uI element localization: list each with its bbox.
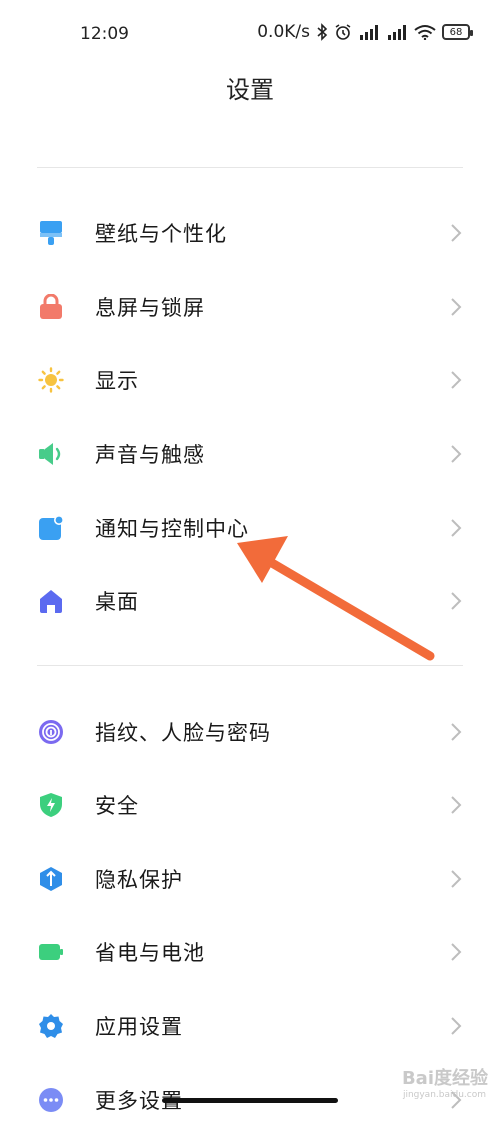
- settings-item-wallpaper[interactable]: 壁纸与个性化: [0, 203, 500, 263]
- chevron-right-icon: [451, 519, 462, 537]
- notification-icon: [38, 515, 64, 541]
- bluetooth-icon: [317, 23, 328, 41]
- chevron-right-icon: [451, 298, 462, 316]
- alarm-icon: [335, 24, 351, 40]
- shield-icon: [38, 792, 64, 818]
- settings-item-security[interactable]: 安全: [0, 775, 500, 835]
- chevron-right-icon: [451, 1017, 462, 1035]
- home-indicator[interactable]: [162, 1098, 338, 1103]
- watermark-url: jingyan.baidu.com: [402, 1090, 486, 1100]
- divider: [37, 167, 463, 168]
- settings-item-sound[interactable]: 声音与触感: [0, 424, 500, 484]
- settings-item-label: 隐私保护: [95, 868, 183, 892]
- settings-item-label: 省电与电池: [95, 941, 205, 965]
- divider: [37, 665, 463, 666]
- home-icon: [38, 588, 64, 614]
- battery-icon: 68: [442, 24, 473, 40]
- chevron-right-icon: [451, 371, 462, 389]
- privacy-icon: [38, 866, 64, 892]
- fingerprint-icon: [38, 719, 64, 745]
- settings-item-home-screen[interactable]: 桌面: [0, 571, 500, 631]
- net-speed: 0.0K/s: [257, 22, 310, 42]
- brush-icon: [38, 220, 64, 246]
- settings-item-privacy[interactable]: 隐私保护: [0, 849, 500, 909]
- status-icons: 0.0K/s 68: [257, 22, 473, 42]
- chevron-right-icon: [451, 224, 462, 242]
- speaker-icon: [38, 441, 64, 467]
- gear-icon: [38, 1013, 64, 1039]
- status-bar: 12:09 0.0K/s 68: [0, 0, 500, 60]
- settings-item-label: 指纹、人脸与密码: [95, 721, 271, 745]
- chevron-right-icon: [451, 796, 462, 814]
- status-time: 12:09: [80, 24, 129, 44]
- watermark-logo: Bai度经验: [401, 1068, 488, 1089]
- chevron-right-icon: [451, 445, 462, 463]
- settings-item-notifications[interactable]: 通知与控制中心: [0, 498, 500, 558]
- chevron-right-icon: [451, 870, 462, 888]
- lock-icon: [38, 294, 64, 320]
- signal-icon: [360, 25, 378, 40]
- settings-item-display[interactable]: 显示: [0, 350, 500, 410]
- settings-item-lockscreen[interactable]: 息屏与锁屏: [0, 277, 500, 337]
- battery-icon: [38, 939, 64, 965]
- settings-item-label: 显示: [95, 369, 139, 393]
- settings-item-apps[interactable]: 应用设置: [0, 996, 500, 1056]
- wifi-icon: [414, 25, 436, 40]
- settings-item-label: 应用设置: [95, 1015, 183, 1039]
- signal-icon: [388, 25, 406, 40]
- settings-item-label: 壁纸与个性化: [95, 222, 227, 246]
- settings-item-label: 声音与触感: [95, 443, 205, 467]
- settings-item-label: 桌面: [95, 590, 139, 614]
- settings-item-label: 通知与控制中心: [95, 517, 249, 541]
- settings-item-fingerprint[interactable]: 指纹、人脸与密码: [0, 702, 500, 762]
- settings-item-label: 息屏与锁屏: [95, 296, 205, 320]
- settings-item-battery[interactable]: 省电与电池: [0, 922, 500, 982]
- more-icon: [38, 1087, 64, 1113]
- chevron-right-icon: [451, 592, 462, 610]
- chevron-right-icon: [451, 943, 462, 961]
- page-title: 设置: [226, 76, 274, 104]
- battery-level: 68: [449, 26, 463, 38]
- sun-icon: [38, 367, 64, 393]
- chevron-right-icon: [451, 723, 462, 741]
- settings-item-label: 安全: [95, 794, 139, 818]
